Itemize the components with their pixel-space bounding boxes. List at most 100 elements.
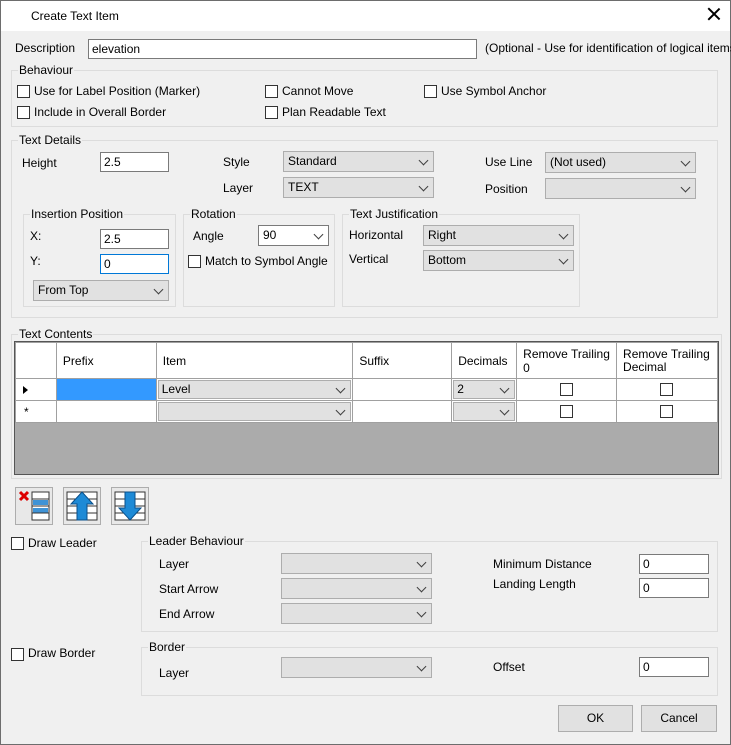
angle-select[interactable]: 90 xyxy=(258,225,329,246)
start-arrow-label: Start Arrow xyxy=(159,582,219,596)
end-arrow-select[interactable] xyxy=(281,603,432,624)
remove-trailing-decimal-cell[interactable] xyxy=(616,400,718,423)
column-header-remove-trailing-zero[interactable]: Remove Trailing 0 xyxy=(516,342,618,379)
item-value: Level xyxy=(161,382,191,396)
text-contents-title: Text Contents xyxy=(18,327,94,341)
column-header-decimals[interactable]: Decimals xyxy=(451,342,518,379)
move-down-button[interactable] xyxy=(111,487,149,525)
item-cell[interactable]: Level xyxy=(155,378,354,401)
vertical-select[interactable]: Bottom xyxy=(423,250,574,271)
description-hint: (Optional - Use for identification of lo… xyxy=(485,41,731,55)
current-row-arrow-icon xyxy=(23,386,28,394)
layer-label: Layer xyxy=(223,181,254,195)
chevron-down-icon xyxy=(416,607,427,618)
new-row-selector[interactable]: * xyxy=(15,400,57,423)
minimum-distance-input[interactable]: 0 xyxy=(639,554,709,574)
draw-leader-checkbox[interactable] xyxy=(11,537,24,550)
plan-readable-checkbox[interactable] xyxy=(265,106,278,119)
match-symbol-angle-checkbox[interactable] xyxy=(188,255,201,268)
arrow-down-icon xyxy=(114,491,146,521)
suffix-cell[interactable] xyxy=(352,400,453,423)
description-label: Description xyxy=(15,41,76,55)
column-header-remove-trailing-decimal[interactable]: Remove Trailing Decimal xyxy=(616,342,718,379)
style-select[interactable]: Standard xyxy=(283,151,434,172)
use-line-select[interactable]: (Not used) xyxy=(545,152,696,173)
prefix-cell[interactable] xyxy=(55,378,157,401)
chevron-down-icon xyxy=(499,383,510,394)
height-input[interactable]: 2.5 xyxy=(100,152,169,172)
remove-trailing-decimal-cell[interactable] xyxy=(616,378,718,401)
window-title: Create Text Item xyxy=(31,9,119,23)
border-layer-select[interactable] xyxy=(281,657,432,678)
insertion-from-value: From Top xyxy=(38,283,89,297)
row-selector[interactable] xyxy=(15,378,57,401)
layer-select[interactable]: TEXT xyxy=(283,177,434,198)
draw-border-checkbox[interactable] xyxy=(11,648,24,661)
minimum-distance-label: Minimum Distance xyxy=(493,557,592,571)
horizontal-select[interactable]: Right xyxy=(423,225,574,246)
use-symbol-anchor-checkbox[interactable] xyxy=(424,85,437,98)
chevron-down-icon xyxy=(418,181,429,192)
cancel-button[interactable]: Cancel xyxy=(641,705,717,732)
cannot-move-checkbox[interactable] xyxy=(265,85,278,98)
end-arrow-label: End Arrow xyxy=(159,607,215,621)
position-label: Position xyxy=(485,182,528,196)
text-details-title: Text Details xyxy=(18,133,83,147)
insertion-from-select[interactable]: From Top xyxy=(33,280,169,301)
position-select[interactable] xyxy=(545,178,696,199)
start-arrow-select[interactable] xyxy=(281,578,432,599)
y-label: Y: xyxy=(30,254,41,268)
chevron-down-icon xyxy=(680,182,691,193)
leader-behaviour-title: Leader Behaviour xyxy=(148,534,245,548)
angle-label: Angle xyxy=(193,229,224,243)
remove-trailing-zero-checkbox[interactable] xyxy=(560,383,574,396)
new-row-marker: * xyxy=(24,405,29,419)
include-border-label: Include in Overall Border xyxy=(34,105,167,119)
remove-trailing-zero-cell[interactable] xyxy=(516,378,618,401)
close-icon[interactable] xyxy=(706,6,722,22)
table-row[interactable]: Level 2 xyxy=(15,378,718,401)
remove-trailing-decimal-checkbox[interactable] xyxy=(660,383,674,396)
plan-readable-label: Plan Readable Text xyxy=(282,105,386,119)
remove-trailing-decimal-checkbox[interactable] xyxy=(660,405,674,418)
column-header-item[interactable]: Item xyxy=(155,342,354,379)
y-input[interactable]: 0 xyxy=(100,254,169,274)
delete-row-button[interactable] xyxy=(15,487,53,525)
column-header-suffix[interactable]: Suffix xyxy=(352,342,453,379)
use-line-value: (Not used) xyxy=(550,155,607,169)
chevron-down-icon xyxy=(416,661,427,672)
chevron-down-icon xyxy=(418,155,429,166)
decimals-cell[interactable]: 2 xyxy=(451,378,518,401)
decimals-cell[interactable] xyxy=(451,400,518,423)
offset-input[interactable]: 0 xyxy=(639,657,709,677)
table-row-new[interactable]: * xyxy=(15,400,718,423)
use-label-position-label: Use for Label Position (Marker) xyxy=(34,84,201,98)
suffix-cell[interactable] xyxy=(352,378,453,401)
x-input[interactable]: 2.5 xyxy=(100,229,169,249)
x-label: X: xyxy=(30,229,42,243)
column-header-prefix[interactable]: Prefix xyxy=(55,342,157,379)
chevron-down-icon xyxy=(416,582,427,593)
chevron-down-icon xyxy=(558,229,569,240)
use-line-label: Use Line xyxy=(485,155,533,169)
vertical-value: Bottom xyxy=(428,253,467,267)
behaviour-title: Behaviour xyxy=(18,63,75,77)
remove-trailing-zero-cell[interactable] xyxy=(516,400,618,423)
item-cell[interactable] xyxy=(155,400,354,423)
offset-label: Offset xyxy=(493,660,525,674)
style-value: Standard xyxy=(288,154,337,168)
prefix-cell[interactable] xyxy=(55,400,157,423)
chevron-down-icon xyxy=(335,405,346,416)
ok-button[interactable]: OK xyxy=(558,705,633,732)
description-input[interactable]: elevation xyxy=(88,39,477,59)
leader-layer-select[interactable] xyxy=(281,553,432,574)
cannot-move-label: Cannot Move xyxy=(282,84,354,98)
use-label-position-checkbox[interactable] xyxy=(17,85,30,98)
move-up-button[interactable] xyxy=(63,487,101,525)
rotation-title: Rotation xyxy=(190,207,237,221)
create-text-item-dialog: Create Text Item Description elevation (… xyxy=(0,0,731,745)
include-border-checkbox[interactable] xyxy=(17,106,30,119)
remove-trailing-zero-checkbox[interactable] xyxy=(560,405,574,418)
landing-length-input[interactable]: 0 xyxy=(639,578,709,598)
arrow-up-icon xyxy=(66,491,98,521)
